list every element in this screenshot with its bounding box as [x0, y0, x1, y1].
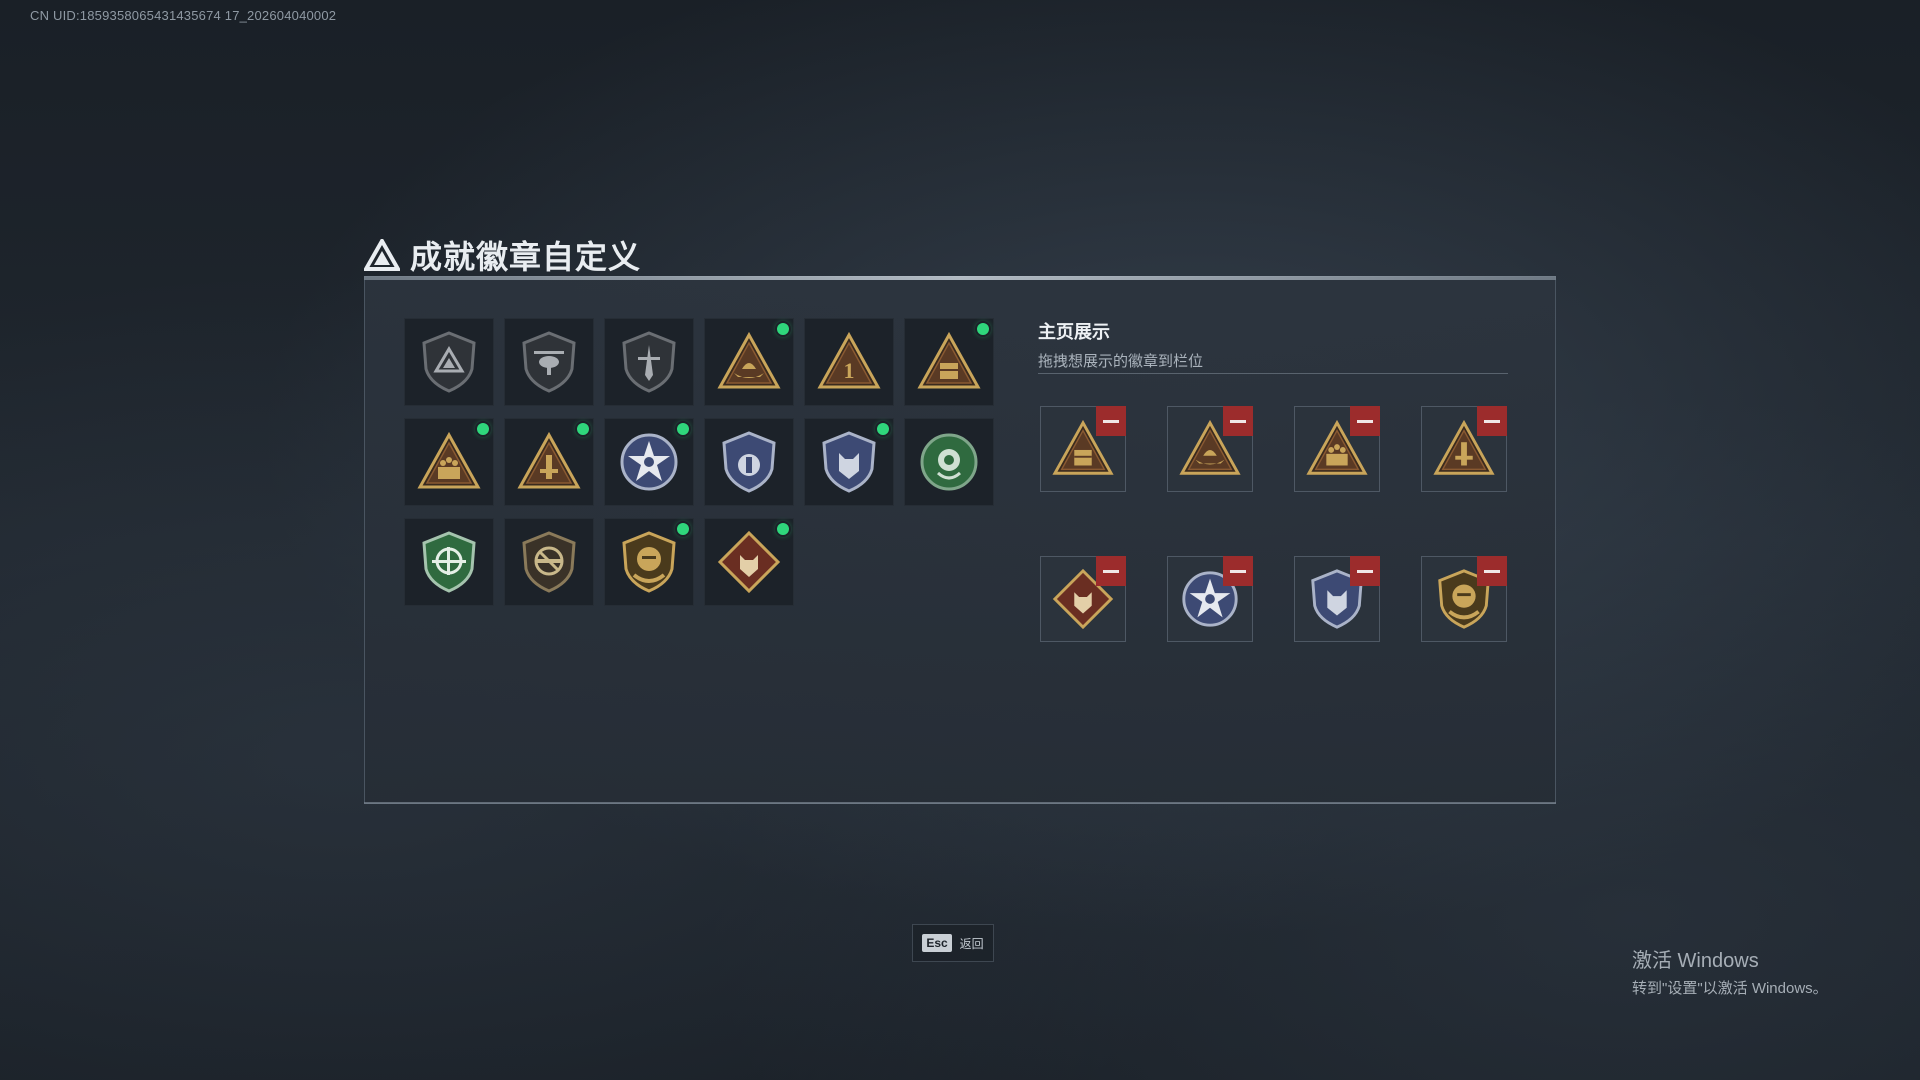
badge-cell[interactable] — [904, 418, 994, 506]
no-rifle-badge-icon — [516, 529, 582, 595]
minus-icon — [1230, 419, 1246, 423]
display-slot[interactable] — [1294, 406, 1380, 492]
remove-badge-button[interactable] — [1477, 556, 1507, 586]
minus-icon — [1357, 569, 1373, 573]
badge-cell[interactable] — [704, 318, 794, 406]
display-slot[interactable] — [1421, 556, 1507, 642]
new-indicator-dot — [577, 423, 589, 435]
new-indicator-dot — [777, 523, 789, 535]
panel-bottom-border — [364, 802, 1556, 804]
badge-cell[interactable] — [604, 518, 694, 606]
remove-badge-button[interactable] — [1096, 406, 1126, 436]
badge-cell[interactable] — [604, 418, 694, 506]
helicopter-shield-badge-icon — [516, 329, 582, 395]
display-slot[interactable] — [1167, 556, 1253, 642]
minus-icon — [1103, 569, 1119, 573]
chest-triangle-badge-icon — [916, 329, 982, 395]
wolf-diamond-badge-icon — [716, 529, 782, 595]
display-subtitle: 拖拽想展示的徽章到栏位 — [1038, 353, 1204, 370]
new-indicator-dot — [677, 423, 689, 435]
remove-badge-button[interactable] — [1350, 556, 1380, 586]
display-slot[interactable] — [1294, 556, 1380, 642]
display-slot[interactable] — [1167, 406, 1253, 492]
badge-cell[interactable] — [704, 518, 794, 606]
blade-shield-badge-icon — [616, 329, 682, 395]
minus-icon — [1230, 569, 1246, 573]
display-title: 主页展示 — [1038, 322, 1110, 342]
remove-badge-button[interactable] — [1096, 556, 1126, 586]
activation-title: 激活 Windows — [1632, 950, 1759, 972]
uid-label: CN UID:1859358065431435674 17_2026040400… — [30, 8, 337, 23]
new-indicator-dot — [677, 523, 689, 535]
display-section-header: 主页展示 拖拽想展示的徽章到栏位 — [1038, 318, 1508, 371]
badge-cell[interactable]: 1 — [804, 318, 894, 406]
star-emblem-badge-icon — [616, 429, 682, 495]
badge-cell[interactable] — [504, 418, 594, 506]
minus-icon — [1357, 419, 1373, 423]
triangle-shield-badge-icon — [416, 329, 482, 395]
page-header: 成就徽章自定义 — [364, 232, 641, 278]
wolf-shield-badge-icon — [816, 429, 882, 495]
panel-top-border — [364, 276, 1556, 280]
minus-icon — [1484, 419, 1500, 423]
badge-cell[interactable] — [404, 418, 494, 506]
back-label: 返回 — [959, 936, 984, 951]
gold-emblem-badge-icon — [616, 529, 682, 595]
remove-badge-button[interactable] — [1223, 556, 1253, 586]
display-divider — [1038, 373, 1508, 374]
badge-cell[interactable] — [404, 518, 494, 606]
badge-cell[interactable] — [904, 318, 994, 406]
badge-cell[interactable] — [804, 418, 894, 506]
game-logo-icon — [364, 239, 400, 271]
new-indicator-dot — [777, 323, 789, 335]
tower-triangle-badge-icon — [516, 429, 582, 495]
remove-badge-button[interactable] — [1477, 406, 1507, 436]
badge-cell[interactable] — [704, 418, 794, 506]
rose-green-badge-icon — [916, 429, 982, 495]
badge-cell[interactable] — [404, 318, 494, 406]
boat-triangle-badge-icon — [716, 329, 782, 395]
remove-badge-button[interactable] — [1350, 406, 1380, 436]
windows-activation-watermark: 激活 Windows 转到"设置"以激活 Windows。 — [1632, 944, 1828, 998]
display-slot[interactable] — [1040, 406, 1126, 492]
badge-cell[interactable] — [504, 318, 594, 406]
new-indicator-dot — [877, 423, 889, 435]
crosshair-rifle-badge-icon — [416, 529, 482, 595]
remove-badge-button[interactable] — [1223, 406, 1253, 436]
esc-key-icon: Esc — [922, 934, 952, 952]
minus-icon — [1484, 569, 1500, 573]
page-title: 成就徽章自定义 — [410, 239, 642, 275]
police-shield-badge-icon — [716, 429, 782, 495]
svg-text:1: 1 — [844, 358, 855, 383]
display-slot[interactable] — [1421, 406, 1507, 492]
back-button[interactable]: Esc 返回 — [912, 924, 994, 962]
activation-hint: 转到"设置"以激活 Windows。 — [1632, 980, 1828, 997]
number-one-triangle-badge-icon: 1 — [816, 329, 882, 395]
badge-cell[interactable] — [604, 318, 694, 406]
display-slot[interactable] — [1040, 556, 1126, 642]
badge-cell[interactable] — [504, 518, 594, 606]
soldiers-triangle-badge-icon — [416, 429, 482, 495]
new-indicator-dot — [977, 323, 989, 335]
new-indicator-dot — [477, 423, 489, 435]
minus-icon — [1103, 419, 1119, 423]
